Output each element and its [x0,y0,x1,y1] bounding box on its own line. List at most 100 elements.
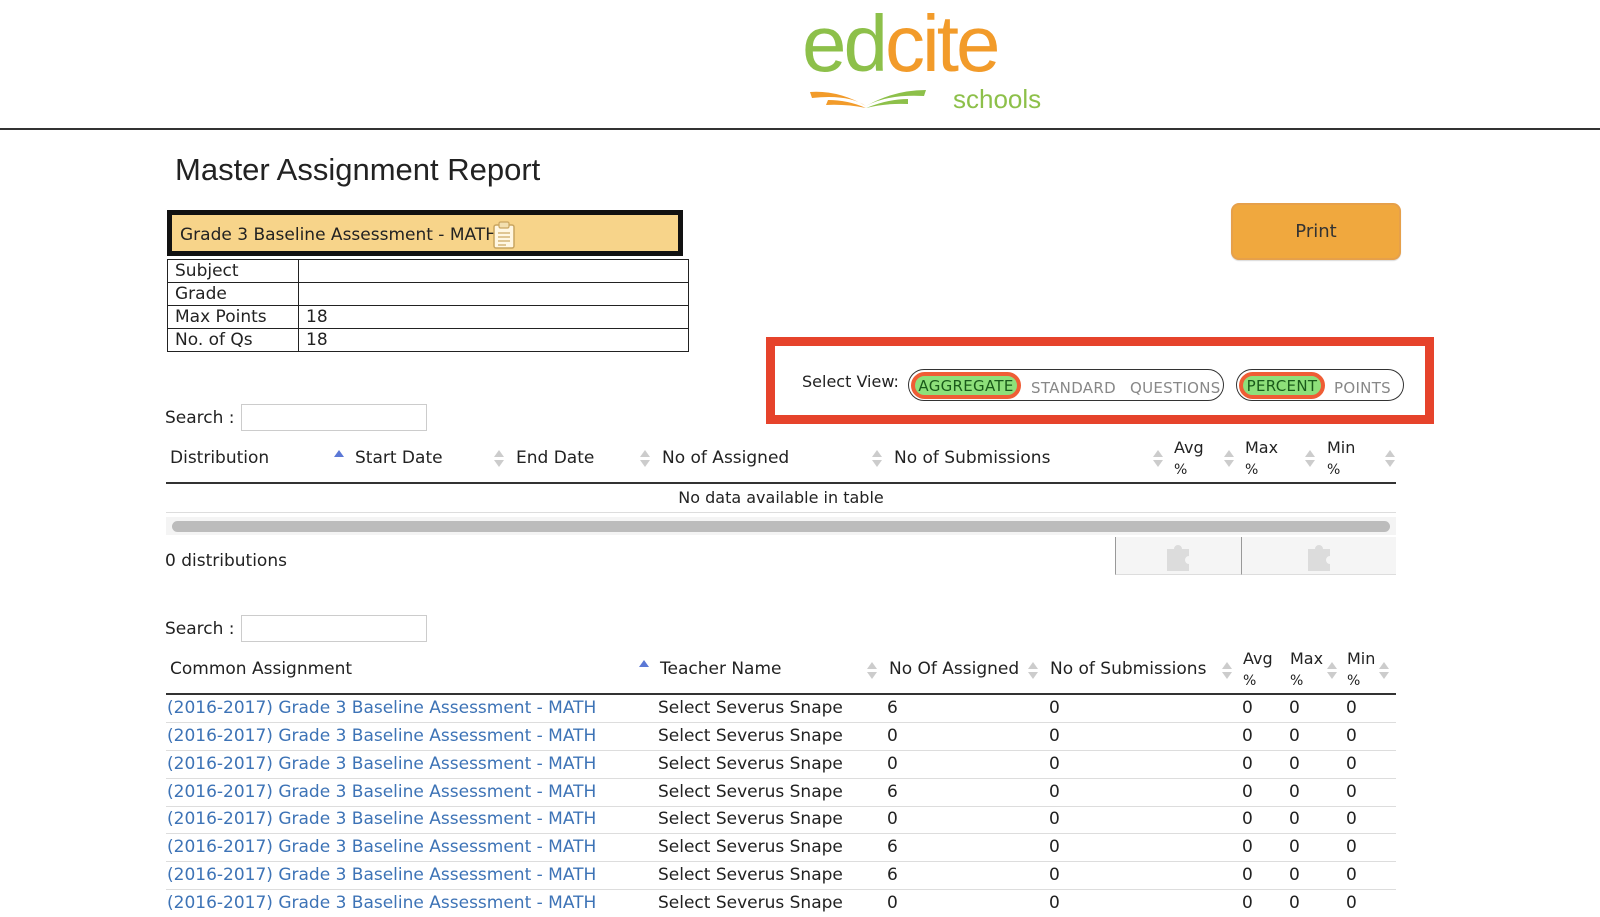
sort-icon[interactable] [872,450,882,468]
sort-asc-icon[interactable] [334,450,344,468]
puzzle-button-1[interactable] [1115,537,1241,575]
assigned-count: 0 [887,893,898,913]
col-avg-unit: % [1174,462,1188,478]
submission-count: 0 [1049,809,1060,829]
select-view-label: Select View: [802,372,899,391]
min-value: 0 [1346,809,1357,829]
sort-icon[interactable] [867,662,877,680]
sort-icon[interactable] [494,450,504,468]
col-min[interactable]: Min% [1347,648,1375,692]
col-max[interactable]: Max% [1245,437,1278,481]
col-no-of-submissions[interactable]: No of Submissions [894,448,1050,468]
col-max-unit: % [1245,462,1259,478]
avg-value: 0 [1242,893,1253,913]
view-option-aggregate[interactable]: AGGREGATE [911,372,1021,399]
sort-icon[interactable] [1305,450,1315,468]
teacher-name: Select Severus Snape [658,837,843,857]
col-teacher-name[interactable]: Teacher Name [660,659,782,679]
submission-count: 0 [1049,698,1060,718]
view-option-standard[interactable]: STANDARD [1031,379,1116,397]
col-min[interactable]: Min% [1327,437,1355,481]
sort-icon[interactable] [1385,450,1395,468]
sort-icon[interactable] [1222,662,1232,680]
assignment-name: Grade 3 Baseline Assessment - MATH [180,225,498,245]
col-avg[interactable]: Avg% [1174,437,1204,481]
page-title: Master Assignment Report [175,152,541,187]
sort-icon[interactable] [1153,450,1163,468]
view-option-questions[interactable]: QUESTIONS [1130,379,1221,397]
teacher-name: Select Severus Snape [658,726,843,746]
puzzle-icon [1308,545,1330,571]
col-avg-label: Avg [1174,438,1204,457]
col-no-of-assigned[interactable]: No of Assigned [662,448,789,468]
open-book-icon [810,90,926,108]
edcite-logo[interactable]: edcite [802,4,1000,84]
sort-asc-icon[interactable] [639,660,649,678]
assignments-search-input[interactable] [241,615,427,642]
col-max-unit: % [1290,673,1304,689]
assignment-link[interactable]: (2016-2017) Grade 3 Baseline Assessment … [167,782,596,802]
puzzle-button-2[interactable] [1241,537,1396,575]
logo-part-ed: ed [802,0,888,88]
assigned-count: 6 [887,782,898,802]
sort-icon[interactable] [640,450,650,468]
assignment-info-table: Subject Grade Max Points 18 No. of Qs 18 [167,259,689,352]
info-row-max-points: Max Points 18 [167,305,689,329]
assignment-link[interactable]: (2016-2017) Grade 3 Baseline Assessment … [167,726,596,746]
sort-icon[interactable] [1379,662,1389,680]
col-min-label: Min [1327,438,1356,457]
sort-icon[interactable] [1224,450,1234,468]
assignment-link[interactable]: (2016-2017) Grade 3 Baseline Assessment … [167,809,596,829]
col-end-date[interactable]: End Date [516,448,594,468]
col-common-assignment[interactable]: Common Assignment [170,659,352,679]
col-no-of-submissions[interactable]: No of Submissions [1050,659,1206,679]
assignment-link[interactable]: (2016-2017) Grade 3 Baseline Assessment … [167,865,596,885]
min-value: 0 [1346,782,1357,802]
avg-value: 0 [1242,698,1253,718]
info-value [298,259,689,283]
avg-value: 0 [1242,865,1253,885]
sort-icon[interactable] [1028,662,1038,680]
col-distribution[interactable]: Distribution [170,448,269,468]
assignment-link[interactable]: (2016-2017) Grade 3 Baseline Assessment … [167,698,596,718]
col-min-unit: % [1327,462,1341,478]
unit-option-percent[interactable]: PERCENT [1239,372,1325,399]
info-value: 18 [298,328,689,352]
submission-count: 0 [1049,837,1060,857]
teacher-name: Select Severus Snape [658,698,843,718]
table-row: (2016-2017) Grade 3 Baseline Assessment … [166,751,1396,779]
col-start-date[interactable]: Start Date [355,448,443,468]
teacher-name: Select Severus Snape [658,782,843,802]
puzzle-icon [1167,545,1189,571]
horizontal-scrollbar-thumb[interactable] [172,521,1390,532]
print-button[interactable]: Print [1231,203,1401,260]
min-value: 0 [1346,837,1357,857]
logo-schools-text: schools [953,84,1042,114]
info-row-subject: Subject [167,259,689,283]
sort-icon[interactable] [1327,662,1337,680]
clipboard-icon[interactable] [492,221,516,249]
assignment-link[interactable]: (2016-2017) Grade 3 Baseline Assessment … [167,893,596,913]
site-header: edcite schools [0,0,1600,130]
info-value [298,282,689,306]
max-value: 0 [1289,754,1300,774]
col-avg[interactable]: Avg% [1243,648,1273,692]
max-value: 0 [1289,809,1300,829]
table-row: (2016-2017) Grade 3 Baseline Assessment … [166,695,1396,723]
distributions-search-input[interactable] [241,404,427,431]
teacher-name: Select Severus Snape [658,754,843,774]
table-row: (2016-2017) Grade 3 Baseline Assessment … [166,834,1396,862]
info-key: Grade [167,282,299,306]
avg-value: 0 [1242,726,1253,746]
assignment-link[interactable]: (2016-2017) Grade 3 Baseline Assessment … [167,837,596,857]
min-value: 0 [1346,698,1357,718]
distributions-search-label: Search : [165,408,235,428]
max-value: 0 [1289,865,1300,885]
col-no-of-assigned[interactable]: No Of Assigned [889,659,1019,679]
assignment-link[interactable]: (2016-2017) Grade 3 Baseline Assessment … [167,754,596,774]
col-max[interactable]: Max% [1290,648,1323,692]
teacher-name: Select Severus Snape [658,809,843,829]
assigned-count: 0 [887,726,898,746]
table-row: (2016-2017) Grade 3 Baseline Assessment … [166,862,1396,890]
unit-option-points[interactable]: POINTS [1334,379,1391,397]
